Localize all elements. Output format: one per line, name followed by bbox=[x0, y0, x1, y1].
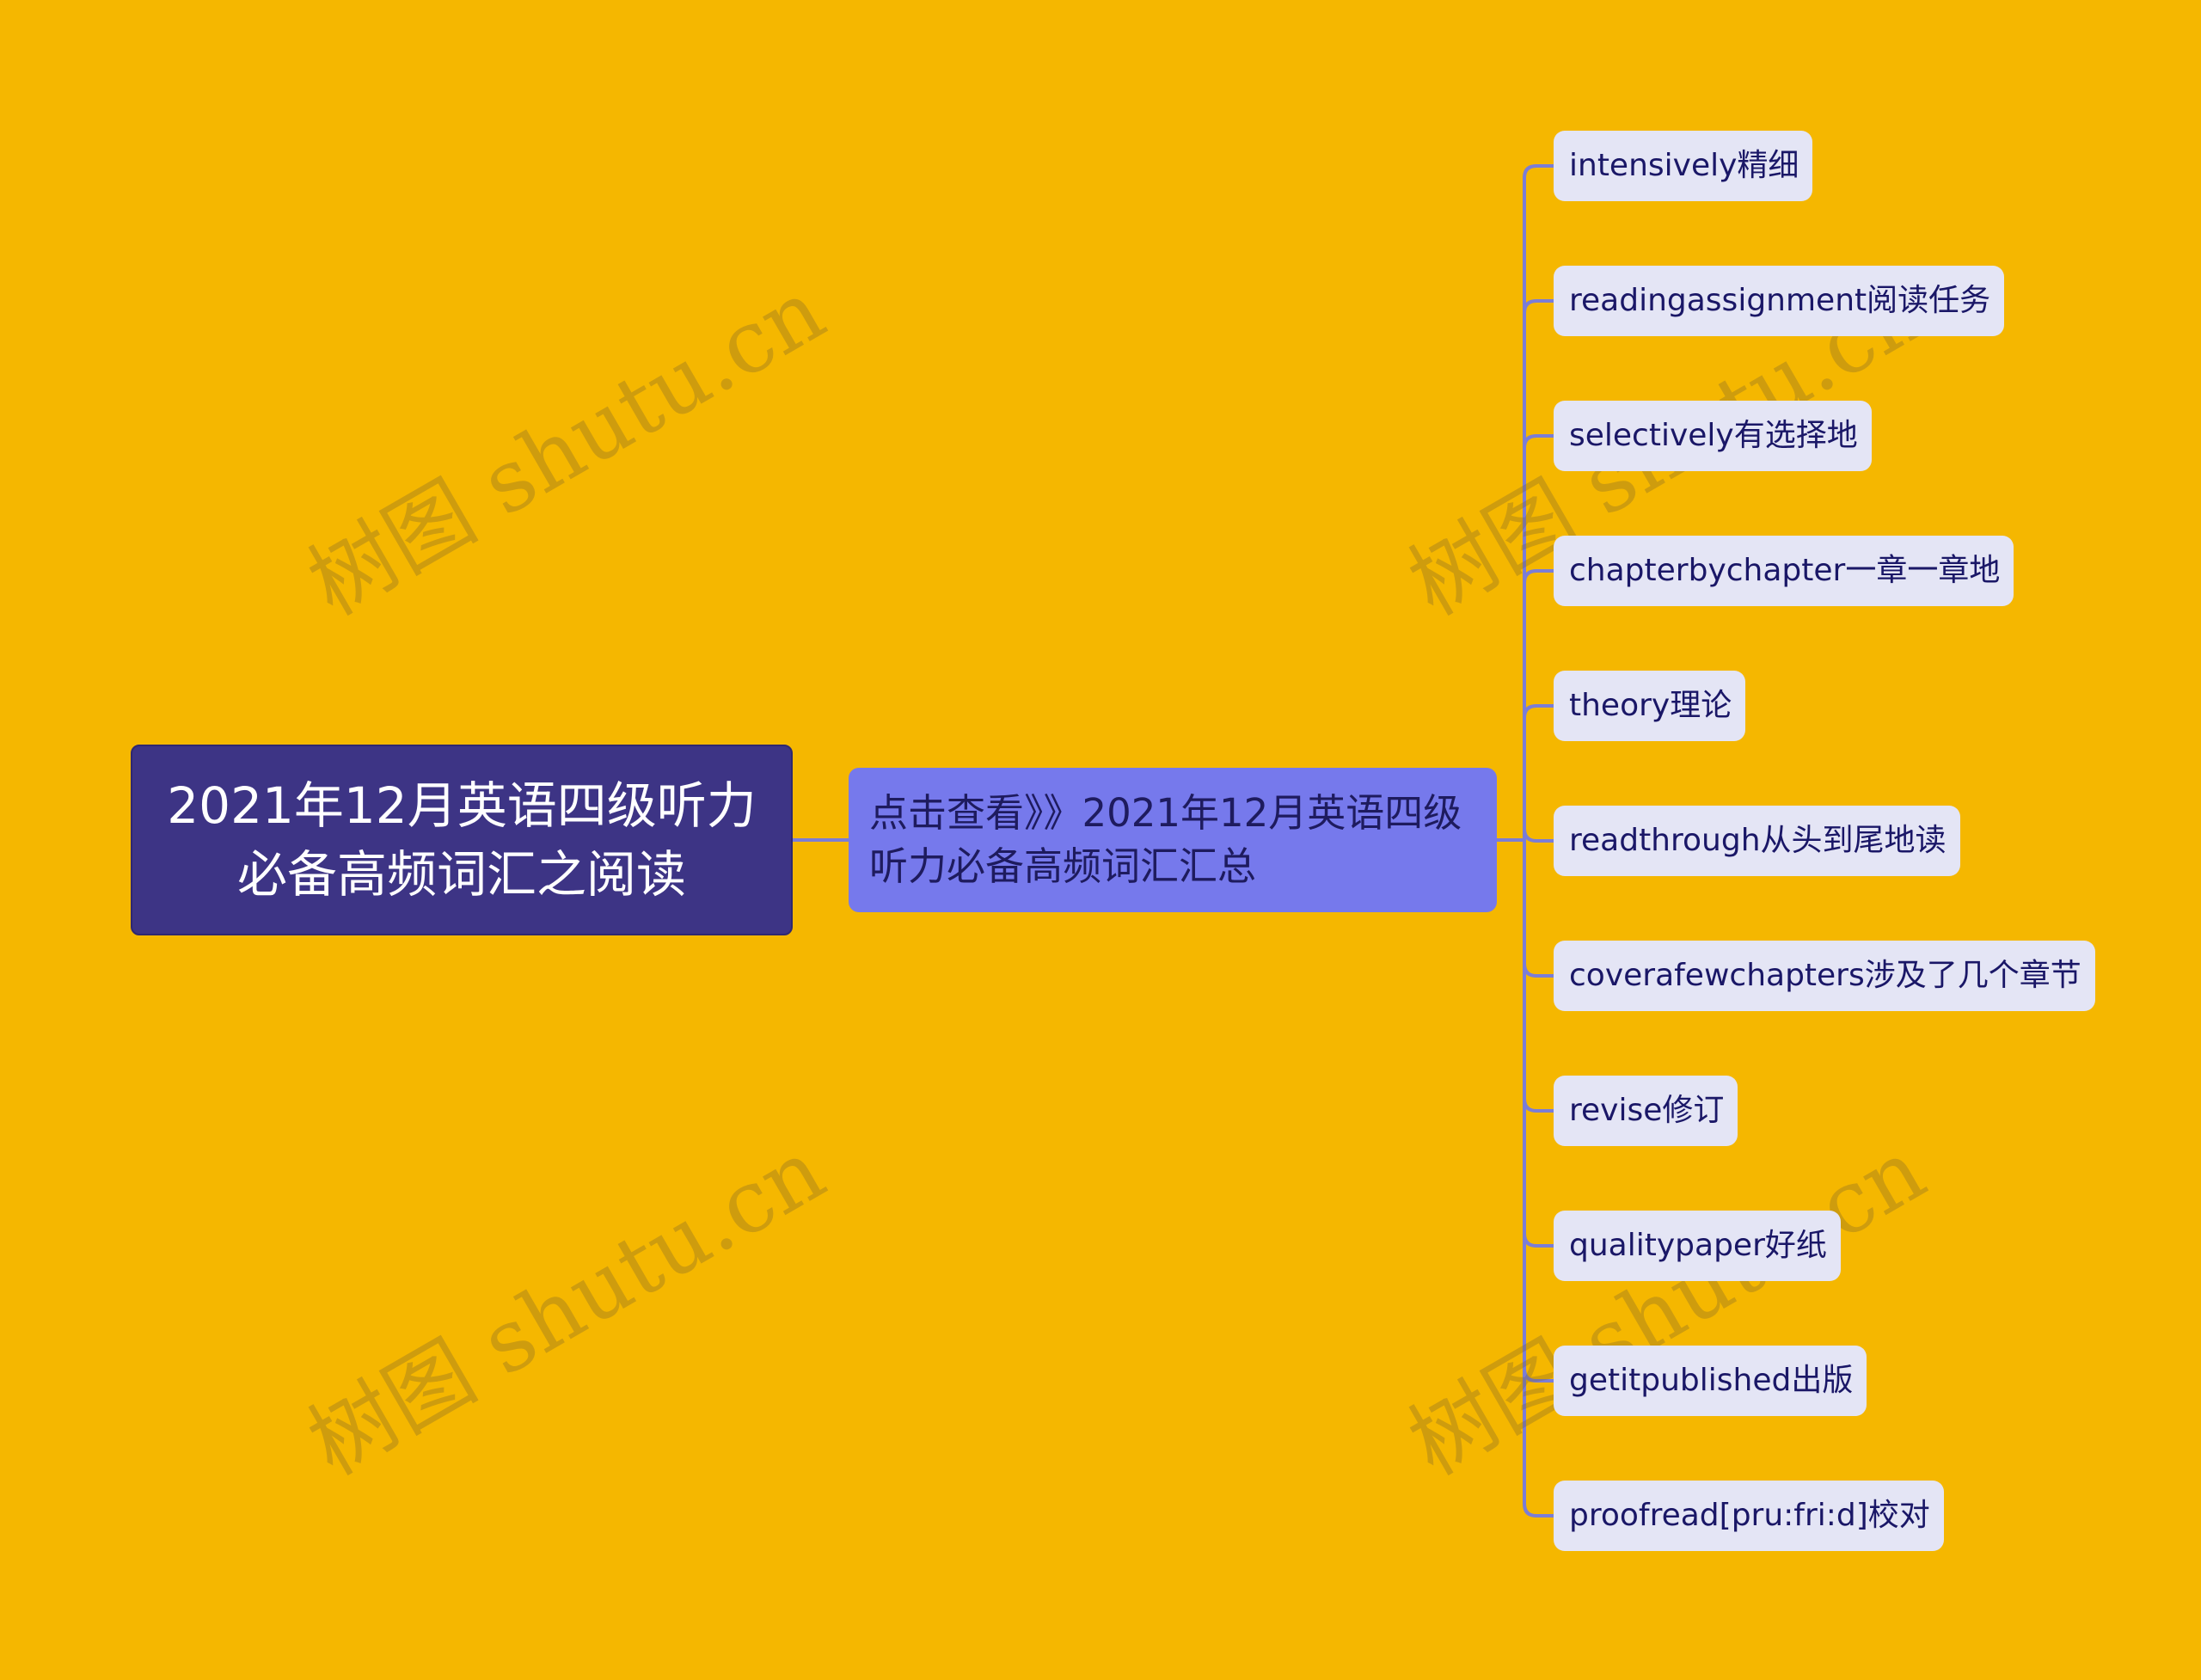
root-topic-label: 2021年12月英语四级听力必备高频词汇之阅读 bbox=[167, 776, 757, 904]
leaf-node[interactable]: qualitypaper好纸 bbox=[1554, 1211, 1841, 1281]
leaf-connector bbox=[1523, 434, 1554, 840]
leaf-node[interactable]: theory理论 bbox=[1554, 671, 1746, 741]
leaf-node[interactable]: intensively精细 bbox=[1554, 131, 1813, 201]
leaf-label: chapterbychapter一章一章地 bbox=[1569, 553, 2001, 588]
leaf-label: selectively有选择地 bbox=[1569, 418, 1858, 453]
leaf-node[interactable]: chapterbychapter一章一章地 bbox=[1554, 536, 2014, 606]
leaf-connector bbox=[1523, 840, 1554, 1518]
leaf-node[interactable]: revise修订 bbox=[1554, 1076, 1738, 1146]
leaf-connector-group bbox=[1523, 164, 1554, 1518]
leaf-label: theory理论 bbox=[1569, 688, 1732, 723]
leaf-node[interactable]: selectively有选择地 bbox=[1554, 401, 1872, 471]
leaf-connector bbox=[1523, 164, 1554, 840]
leaf-node[interactable]: readingassignment阅读任务 bbox=[1554, 266, 2005, 336]
leaf-node[interactable]: readthrough从头到尾地读 bbox=[1554, 806, 1960, 876]
leaf-node[interactable]: coverafewchapters涉及了几个章节 bbox=[1554, 941, 2095, 1011]
leaf-label: readthrough从头到尾地读 bbox=[1569, 823, 1947, 858]
leaf-label: revise修订 bbox=[1569, 1093, 1725, 1128]
leaf-connector bbox=[1523, 704, 1554, 840]
leaf-label: proofread[pru:fri:d]校对 bbox=[1569, 1498, 1930, 1533]
leaf-label: qualitypaper好纸 bbox=[1569, 1228, 1827, 1263]
leaf-connector bbox=[1523, 840, 1554, 978]
leaf-label: coverafewchapters涉及了几个章节 bbox=[1569, 958, 2081, 993]
branch-topic-label: 点击查看》》2021年12月英语四级听力必备高频词汇汇总 bbox=[869, 790, 1462, 889]
leaf-label: readingassignment阅读任务 bbox=[1569, 283, 1991, 318]
branch-topic-node[interactable]: 点击查看》》2021年12月英语四级听力必备高频词汇汇总 bbox=[849, 768, 1497, 912]
mindmap-canvas: 树图 shutu.cn 树图 shutu.cn 树图 shutu.cn 树图 s… bbox=[0, 0, 2201, 1680]
leaf-connector bbox=[1523, 840, 1554, 1248]
leaf-node[interactable]: getitpublished出版 bbox=[1554, 1346, 1867, 1416]
leaf-connector bbox=[1523, 828, 1554, 843]
root-topic-node[interactable]: 2021年12月英语四级听力必备高频词汇之阅读 bbox=[131, 745, 793, 935]
leaf-label: getitpublished出版 bbox=[1569, 1363, 1854, 1398]
leaf-label: intensively精细 bbox=[1569, 148, 1799, 183]
leaf-node[interactable]: proofread[pru:fri:d]校对 bbox=[1554, 1481, 1944, 1551]
